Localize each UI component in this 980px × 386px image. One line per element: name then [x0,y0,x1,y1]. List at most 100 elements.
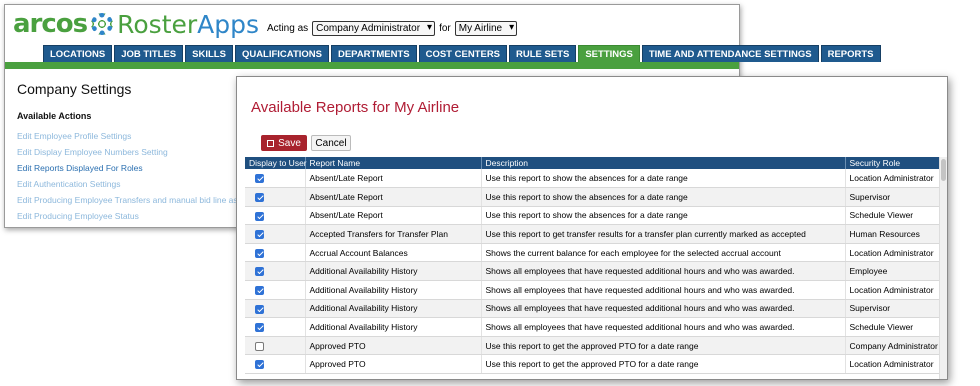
display-to-user-checkbox[interactable] [255,248,264,258]
security-role-cell: Schedule Viewer [845,317,940,337]
save-icon [267,139,275,147]
security-role-cell: Employee [845,261,940,282]
display-cell [245,299,306,319]
column-header-description[interactable]: Description [481,157,846,169]
description-cell: Use this report to get the approved PTO … [481,354,846,375]
action-link[interactable]: Edit Employee Profile Settings [17,131,131,141]
nav-tab-settings[interactable]: SETTINGS [578,45,640,62]
action-link[interactable]: Edit Reports Displayed For Roles [17,163,143,173]
nav-tab-departments[interactable]: DEPARTMENTS [330,45,417,62]
description-cell: Shows all employees that have requested … [481,261,846,282]
nav-tab-job-titles[interactable]: JOB TITLES [114,45,184,62]
report-name-cell: Absent/Late Report [305,206,482,226]
report-name-cell: Additional Availability History [305,317,482,337]
logo-product-a: Roster [117,9,198,39]
security-role-cell: Location Administrator [845,243,940,263]
display-to-user-checkbox[interactable] [255,323,264,333]
description-cell: Use this report to show the absences for… [481,206,846,226]
action-link[interactable]: Edit Display Employee Numbers Setting [17,147,168,157]
table-row: Additional Availability History Shows all… [245,280,940,300]
display-to-user-checkbox[interactable] [255,360,264,370]
save-button-label: Save [278,137,301,149]
display-to-user-checkbox[interactable] [255,304,264,314]
security-role-cell: Human Resources [845,224,940,244]
dialog-title: Available Reports for My Airline [251,99,460,116]
security-role-cell: Company Administrator [845,336,940,356]
save-button[interactable]: Save [261,135,307,151]
for-select[interactable]: My Airline [454,21,518,36]
security-role-cell: Location Administrator [845,169,940,189]
scrollbar-thumb[interactable] [941,159,946,181]
display-cell [245,169,306,189]
nav-tab-locations[interactable]: LOCATIONS [43,45,113,62]
display-cell [245,261,306,282]
report-name-cell: Additional Availability History [305,299,482,319]
display-cell [245,280,306,300]
nav-tab-rule-sets[interactable]: RULE SETS [509,45,577,62]
display-cell [245,206,306,226]
display-to-user-checkbox[interactable] [255,267,264,277]
cancel-button[interactable]: Cancel [311,135,351,151]
logo-brand: arcos [13,9,88,39]
acting-as-bar: Acting as Company Administrator for My A… [267,21,518,36]
reports-table: Display to User Report Name Description … [245,157,940,375]
description-cell: Shows all employees that have requested … [481,299,846,319]
display-cell [245,224,306,244]
available-actions-heading: Available Actions [17,111,92,121]
table-row: Approved PTO Use this report to get the a… [245,336,940,356]
table-row: Absent/Late Report Use this report to sho… [245,206,940,226]
arcos-rosterapps-logo: arcos Roster Apps [13,9,259,39]
table-row: Approved PTO Use this report to get the a… [245,354,940,375]
main-nav: LOCATIONS JOB TITLES SKILLS QUALIFICATIONS D… [43,45,881,62]
security-role-cell: Supervisor [845,187,940,207]
nav-tab-cost-centers[interactable]: COST CENTERS [418,45,508,62]
column-header-display[interactable]: Display to User [245,157,307,169]
description-cell: Use this report to show the absences for… [481,187,846,207]
report-name-cell: Approved PTO [305,354,482,375]
display-to-user-checkbox[interactable] [255,174,264,184]
report-name-cell: Additional Availability History [305,280,482,300]
action-link[interactable]: Edit Authentication Settings [17,179,121,189]
table-row: Absent/Late Report Use this report to sho… [245,169,940,189]
acting-as-select[interactable]: Company Administrator [312,21,436,36]
logo-product-b: Apps [197,9,260,39]
display-to-user-checkbox[interactable] [255,341,264,351]
display-to-user-checkbox[interactable] [255,211,264,221]
app-header: arcos Roster Apps Acting as Company Admin… [5,5,881,69]
column-header-security-role[interactable]: Security Role [845,157,940,169]
reports-table-wrap: Display to User Report Name Description … [245,157,940,375]
display-to-user-checkbox[interactable] [255,285,264,295]
report-name-cell: Approved PTO [305,336,482,356]
table-row: Accrual Account Balances Shows the curren… [245,243,940,263]
for-label: for [439,23,451,34]
table-row: Additional Availability History Shows all… [245,317,940,337]
security-role-cell: Location Administrator [845,354,940,375]
nav-underline [5,62,739,69]
action-link[interactable]: Edit Producing Employee Status [17,211,139,221]
display-cell [245,336,306,356]
display-cell [245,243,306,263]
column-header-report-name[interactable]: Report Name [305,157,482,169]
description-cell: Use this report to get the approved PTO … [481,336,846,356]
display-cell [245,354,306,375]
description-cell: Shows all employees that have requested … [481,317,846,337]
nav-tab-reports[interactable]: REPORTS [820,45,881,62]
acting-as-label: Acting as [267,23,309,34]
nav-tab-time-and-attendance-settings[interactable]: TIME AND ATTENDANCE SETTINGS [641,45,819,62]
table-row: Additional Availability History Shows all… [245,261,940,282]
display-to-user-checkbox[interactable] [255,230,264,240]
gear-logo-icon [91,13,114,35]
table-row: Accepted Transfers for Transfer Plan Use … [245,224,940,244]
nav-tab-skills[interactable]: SKILLS [185,45,233,62]
report-name-cell: Absent/Late Report [305,169,482,189]
table-scrollbar[interactable] [939,157,947,379]
security-role-cell: Schedule Viewer [845,206,940,226]
description-cell: Shows all employees that have requested … [481,280,846,300]
nav-tab-qualifications[interactable]: QUALIFICATIONS [234,45,329,62]
display-to-user-checkbox[interactable] [255,193,264,203]
report-name-cell: Absent/Late Report [305,187,482,207]
page-title: Company Settings [17,81,132,97]
report-name-cell: Additional Availability History [305,261,482,282]
security-role-cell: Location Administrator [845,280,940,300]
available-reports-dialog: Available Reports for My Airline Save Ca… [236,76,948,380]
